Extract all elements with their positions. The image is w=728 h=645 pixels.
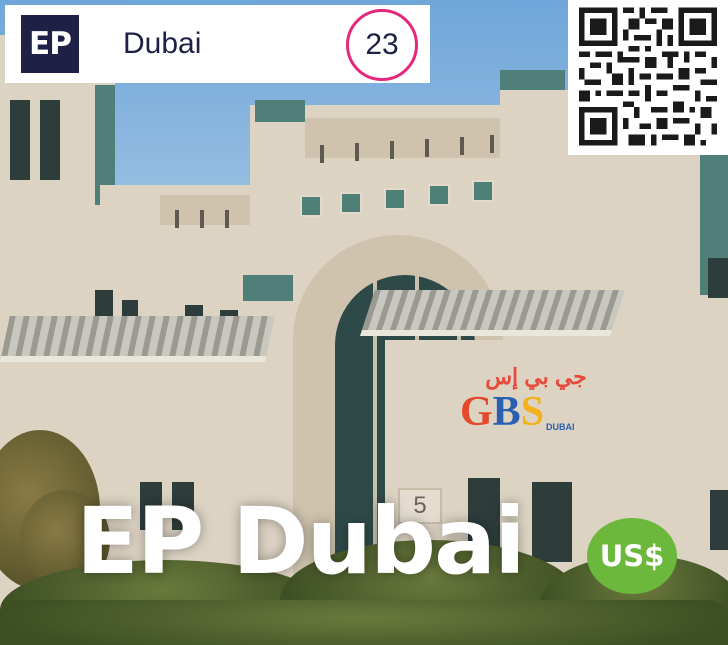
- sign-letter-g: G: [460, 389, 493, 435]
- qr-code[interactable]: [568, 0, 728, 155]
- sign-arabic-text: جي بي إس: [485, 364, 587, 389]
- ep-logo: EP: [21, 15, 79, 73]
- card-title: EP Dubai: [76, 488, 526, 595]
- gbs-building-sign: جي بي إس GBS DUBAI: [456, 364, 606, 444]
- sign-letter-b: B: [492, 389, 521, 435]
- city-card[interactable]: جي بي إس GBS DUBAI 5 EP Dubai 23 EP Duba…: [0, 0, 728, 645]
- count-badge: 23: [346, 9, 418, 81]
- sign-letter-s: S: [520, 389, 545, 435]
- sign-dubai-text: DUBAI: [546, 422, 575, 432]
- qr-code-icon: [579, 7, 717, 146]
- location-header: EP Dubai 23: [5, 5, 430, 83]
- currency-badge: US$: [587, 518, 677, 594]
- city-name: Dubai: [123, 27, 202, 60]
- sign-gbs-text: GBS: [460, 390, 544, 434]
